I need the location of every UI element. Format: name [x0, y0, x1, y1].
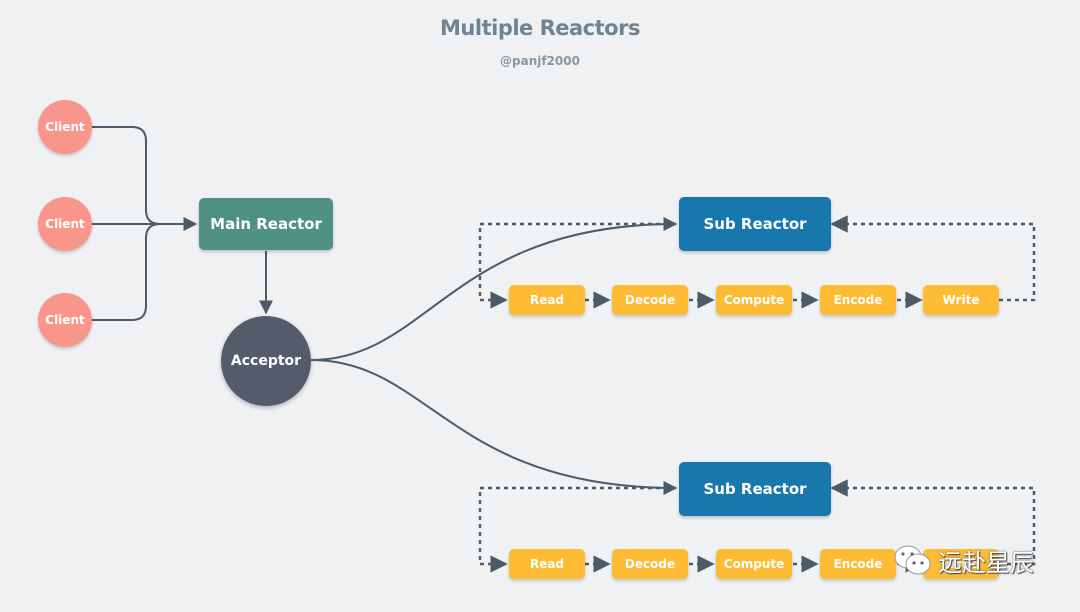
step-decode-2: Decode	[612, 549, 688, 579]
step-read-2: Read	[509, 549, 585, 579]
step-read-1: Read	[509, 285, 585, 315]
diagram-title: Multiple Reactors	[440, 16, 640, 40]
step-compute-1: Compute	[716, 285, 792, 315]
edge-client3-main	[92, 223, 161, 321]
acceptor-node: Acceptor	[221, 316, 311, 406]
watermark: 远赴星辰	[892, 542, 1034, 578]
client-node-1: Client	[38, 100, 92, 154]
client-node-2: Client	[38, 197, 92, 251]
watermark-text: 远赴星辰	[938, 548, 1034, 577]
client-node-3: Client	[38, 293, 92, 347]
main-reactor-node: Main Reactor	[199, 198, 333, 250]
edge-client1-main	[92, 126, 161, 225]
diagram-author: @panjf2000	[500, 54, 580, 68]
step-encode-2: Encode	[820, 549, 896, 579]
step-compute-2: Compute	[716, 549, 792, 579]
wechat-icon	[894, 545, 931, 575]
sub-reactor-node-1: Sub Reactor	[679, 197, 831, 251]
step-write-1: Write	[923, 285, 999, 315]
sub-reactor-node-2: Sub Reactor	[679, 462, 831, 516]
step-decode-1: Decode	[612, 285, 688, 315]
step-encode-1: Encode	[820, 285, 896, 315]
edge-acceptor-sub2	[310, 359, 678, 495]
